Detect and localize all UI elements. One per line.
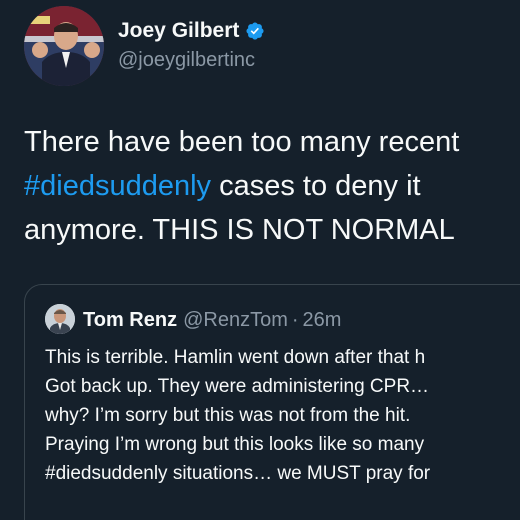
quoted-author-name[interactable]: Tom Renz [83,309,177,332]
tweet-line-3: anymore. THIS IS NOT NORMAL [24,214,455,246]
profile-photo-icon [24,6,104,86]
quoted-line-5: #diedsuddenly situations… we MUST pray f… [45,463,431,484]
quoted-author-avatar[interactable] [45,304,75,334]
verified-badge-icon [246,22,264,40]
hashtag-link[interactable]: #diedsuddenly [24,170,211,202]
quoted-tweet-timestamp[interactable]: 26m [303,309,342,332]
tweet-line-1: There have been too many recent [24,126,460,158]
quoted-tweet-card[interactable]: Tom Renz @RenzTom · 26m This is terrible… [24,284,520,520]
tweet-text: There have been too many recent #diedsud… [24,120,520,252]
separator-dot: · [291,308,299,331]
quoted-line-2: Got back up. They were administering CPR… [45,376,430,397]
author-avatar[interactable] [24,6,104,86]
tweet-line-2: #diedsuddenly cases to deny it [24,164,520,208]
tweet-line-2-text: cases to deny it [211,170,421,202]
quoted-line-4: Praying I’m wrong but this looks like so… [45,434,425,455]
author-handle[interactable]: @joeygilbertinc [118,49,255,72]
quoted-line-1: This is terrible. Hamlin went down after… [45,347,426,368]
profile-photo-icon [45,304,75,334]
quoted-tweet-header: Tom Renz @RenzTom · 26m [83,306,341,334]
author-display-name[interactable]: Joey Gilbert [118,19,239,43]
quoted-tweet-text: This is terrible. Hamlin went down after… [45,343,520,488]
quoted-author-handle[interactable]: @RenzTom [183,309,288,332]
quoted-line-3: why? I’m sorry but this was not from the… [45,405,411,426]
author-name-row[interactable]: Joey Gilbert [118,16,265,46]
